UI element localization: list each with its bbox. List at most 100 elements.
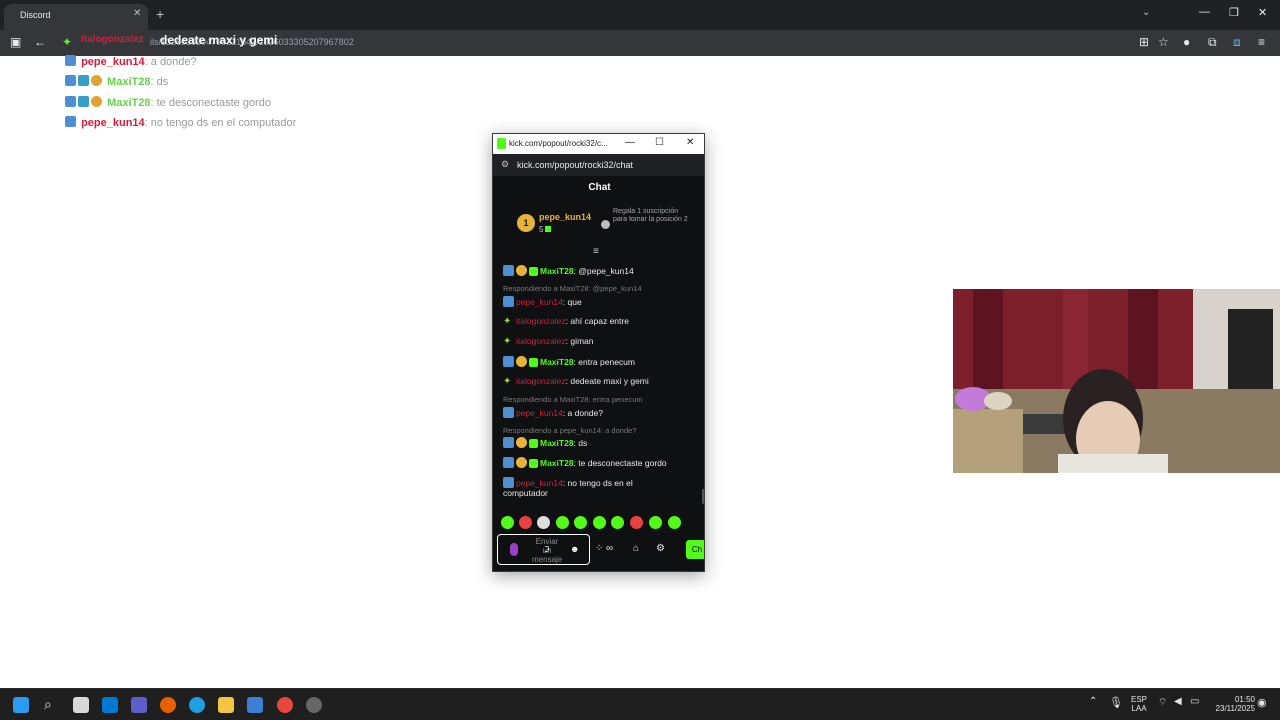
popout-minimize-button[interactable]: — — [625, 137, 635, 148]
file-explorer-icon[interactable] — [218, 697, 234, 713]
site-info-icon[interactable]: ⚙ — [501, 159, 509, 170]
widgets-icon[interactable] — [102, 697, 118, 713]
emote-icon[interactable] — [611, 516, 624, 529]
task-view-icon[interactable] — [73, 697, 89, 713]
chat-message-continuation: computador — [503, 488, 548, 498]
input-language[interactable]: ESP LAA — [1128, 695, 1150, 713]
tab-search-icon[interactable]: ⌄ — [1142, 7, 1150, 18]
chat-message[interactable]: MaxiT28: @pepe_kun14 — [503, 265, 698, 276]
install-app-icon[interactable]: ⊞ — [1139, 35, 1149, 49]
chat-filter-icon[interactable]: ≡ — [593, 246, 599, 257]
sidebar-icon[interactable]: ▣ — [10, 35, 21, 49]
reply-context[interactable]: Respondiendo a MaxiT28: @pepe_kun14 — [503, 284, 642, 293]
chat-message-text: : ahí capaz entre — [565, 316, 629, 326]
menu-icon[interactable]: ≡ — [1258, 35, 1265, 49]
top-gifter-panel[interactable]: 1 pepe_kun14 5 Regala 1 suscripción para… — [493, 204, 704, 244]
chat-message[interactable]: pepe_kun14: a donde? — [503, 407, 698, 418]
start-icon[interactable] — [13, 697, 29, 713]
emote-icon[interactable] — [574, 516, 587, 529]
points-icon[interactable]: ⁘ — [595, 543, 603, 554]
emote-icon[interactable] — [668, 516, 681, 529]
reply-context[interactable]: Respondiendo a pepe_kun14: a donde? — [503, 426, 636, 435]
edge-icon[interactable] — [189, 697, 205, 713]
chat-username[interactable]: italogonzalez — [516, 336, 566, 346]
chat-username[interactable]: MaxiT28 — [540, 357, 574, 367]
chat-message[interactable]: MaxiT28: ds — [503, 437, 698, 448]
language-code: ESP — [1130, 695, 1147, 704]
back-icon[interactable]: ← — [34, 35, 46, 49]
bg-message: : no tengo ds en el computador — [144, 117, 297, 129]
chat-username[interactable]: MaxiT28 — [540, 438, 574, 448]
chat-username[interactable]: italogonzalez — [516, 376, 566, 386]
chat-message-text: : te desconectaste gordo — [573, 458, 667, 468]
emote-icon[interactable] — [537, 516, 550, 529]
app-icon[interactable] — [306, 697, 322, 713]
emote-icon[interactable] — [519, 516, 532, 529]
settings-gear-icon[interactable]: ⚙ — [656, 543, 665, 554]
extension-icon[interactable]: ● — [1183, 35, 1190, 49]
translate-icon[interactable]: ℑ — [544, 545, 550, 554]
emote-icon[interactable] — [556, 516, 569, 529]
emote-icon[interactable] — [649, 516, 662, 529]
popout-close-button[interactable]: ✕ — [686, 137, 694, 148]
store-app-icon[interactable] — [247, 697, 263, 713]
chat-username[interactable]: pepe_kun14 — [516, 478, 563, 488]
mic-icon[interactable] — [510, 543, 518, 556]
chat-message[interactable]: MaxiT28: entra penecum — [503, 356, 698, 367]
chat-message[interactable]: ✦ italogonzalez: giman — [503, 336, 698, 347]
chrome-icon[interactable] — [277, 697, 293, 713]
chat-username[interactable]: italogonzalez — [516, 316, 566, 326]
popout-window-title: kick.com/popout/rocki32/c... — [509, 139, 608, 148]
firefox-icon[interactable] — [160, 697, 176, 713]
teams-icon[interactable] — [131, 697, 147, 713]
chat-input[interactable]: Enviar un mensaje ℑ ☻ — [497, 534, 590, 565]
chat-username[interactable]: MaxiT28 — [540, 266, 574, 276]
clock[interactable]: 01:50 23/11/2025 — [1207, 695, 1255, 713]
reply-context[interactable]: Respondiendo a MaxiT28: entra penecum — [503, 395, 643, 404]
sub-badge-icon — [91, 96, 102, 107]
emoji-icon[interactable]: ☻ — [570, 544, 579, 554]
extension-star-icon[interactable]: ✦ — [62, 35, 72, 49]
chat-message[interactable]: MaxiT28: te desconectaste gordo — [503, 457, 698, 468]
new-tab-button[interactable]: + — [156, 6, 164, 22]
emote-row[interactable] — [501, 516, 701, 530]
extensions-puzzle-icon[interactable]: ⧉ — [1208, 35, 1217, 50]
mod-badge-icon — [503, 407, 514, 418]
mod-badge-icon — [503, 356, 514, 367]
bg-chat-line: MaxiT28: te desconectaste gordo — [65, 96, 271, 109]
send-chat-button[interactable]: Ch — [686, 540, 704, 559]
mod-badge-icon — [503, 265, 514, 276]
chat-scrollbar[interactable] — [702, 489, 704, 504]
emote-icon[interactable] — [593, 516, 606, 529]
tab-title: Discord — [20, 10, 51, 20]
chat-message[interactable]: ✦ italogonzalez: ahí capaz entre — [503, 316, 698, 327]
tray-chevron-icon[interactable]: ⌃ — [1089, 696, 1097, 707]
chat-message[interactable]: ✦ italogonzalez: dedeate maxi y gemi — [503, 376, 698, 387]
chat-message[interactable]: pepe_kun14: que — [503, 296, 698, 307]
search-icon[interactable]: ⌕ — [44, 696, 52, 713]
chat-username[interactable]: pepe_kun14 — [516, 408, 563, 418]
minimize-button[interactable]: — — [1199, 6, 1210, 18]
chat-message[interactable]: pepe_kun14: no tengo ds en el computador — [503, 477, 698, 498]
volume-icon[interactable]: ◀ — [1174, 696, 1182, 707]
emote-icon[interactable] — [501, 516, 514, 529]
bookmark-star-icon[interactable]: ☆ — [1158, 35, 1169, 49]
windows-taskbar: ⌕ ⌃ ESP LAA 🎙 ⌔ ◀ ▭ 01:50 23/11/2025 ◉ — [0, 688, 1280, 720]
chat-message-text: : no tengo ds en el — [562, 478, 633, 488]
popout-maximize-button[interactable]: ☐ — [655, 137, 664, 148]
gift-gem-icon — [545, 226, 552, 232]
extension-kick-icon[interactable]: ⧈ — [1233, 35, 1241, 50]
battery-icon[interactable]: ▭ — [1190, 696, 1199, 707]
chat-username[interactable]: MaxiT28 — [540, 458, 574, 468]
infinity-icon[interactable]: ∞ — [606, 543, 613, 554]
store-icon[interactable]: ⌂ — [633, 543, 639, 554]
tab-close-icon[interactable]: ✕ — [133, 8, 141, 19]
notification-icon[interactable]: ◉ — [1257, 696, 1267, 709]
chat-username[interactable]: pepe_kun14 — [516, 297, 563, 307]
emote-icon[interactable] — [630, 516, 643, 529]
wifi-icon[interactable]: ⌔ — [1158, 696, 1167, 709]
browser-tab-discord[interactable]: Discord ✕ — [4, 4, 148, 30]
close-window-button[interactable]: ✕ — [1258, 6, 1267, 19]
mic-tray-icon[interactable]: 🎙 — [1109, 696, 1123, 709]
restore-button[interactable]: ❐ — [1229, 6, 1239, 19]
